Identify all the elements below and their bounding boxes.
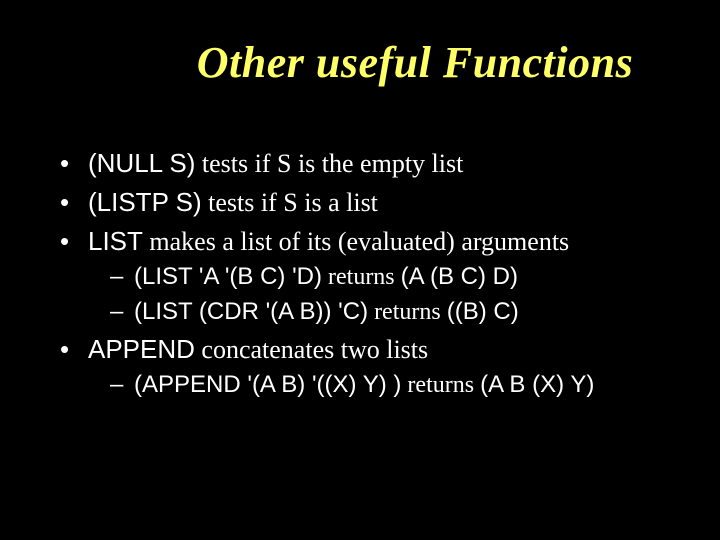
code-span: (A (B C) D)	[401, 263, 518, 290]
code-span: (LIST 'A '(B C) 'D)	[134, 263, 322, 290]
list-item: LIST makes a list of its (evaluated) arg…	[60, 224, 700, 328]
code-span: (NULL S)	[88, 148, 195, 178]
code-span: LIST	[88, 226, 143, 256]
prose-span: concatenates two lists	[195, 335, 428, 364]
code-span: (LISTP S)	[88, 187, 202, 217]
bullet-list: (NULL S) tests if S is the empty list (L…	[60, 146, 700, 402]
code-span: (LIST (CDR '(A B)) 'C)	[134, 298, 368, 325]
prose-span: makes a list of its (evaluated) argument…	[143, 227, 569, 256]
slide-title: Other useful Functions	[160, 40, 670, 86]
list-item: (LIST (CDR '(A B)) 'C) returns ((B) C)	[88, 296, 700, 328]
code-span: APPEND	[88, 334, 195, 364]
list-item: (NULL S) tests if S is the empty list	[60, 146, 700, 181]
list-item: (APPEND '(A B) '((X) Y) ) returns (A B (…	[88, 369, 700, 401]
list-item: APPEND concatenates two lists (APPEND '(…	[60, 332, 700, 401]
sub-list: (LIST 'A '(B C) 'D) returns (A (B C) D) …	[88, 261, 700, 328]
prose-span: tests if S is a list	[202, 188, 378, 217]
prose-span: tests if S is the empty list	[195, 149, 463, 178]
code-span: (APPEND '(A B) '((X) Y) )	[134, 371, 401, 398]
slide: Other useful Functions (NULL S) tests if…	[0, 0, 720, 540]
slide-content: (NULL S) tests if S is the empty list (L…	[60, 146, 700, 402]
prose-span: returns	[322, 264, 401, 290]
prose-span: returns	[401, 372, 480, 398]
sub-list: (APPEND '(A B) '((X) Y) ) returns (A B (…	[88, 369, 700, 401]
list-item: (LISTP S) tests if S is a list	[60, 185, 700, 220]
prose-span: returns	[368, 299, 447, 325]
code-span: (A B (X) Y)	[480, 371, 594, 398]
list-item: (LIST 'A '(B C) 'D) returns (A (B C) D)	[88, 261, 700, 293]
code-span: ((B) C)	[447, 298, 519, 325]
